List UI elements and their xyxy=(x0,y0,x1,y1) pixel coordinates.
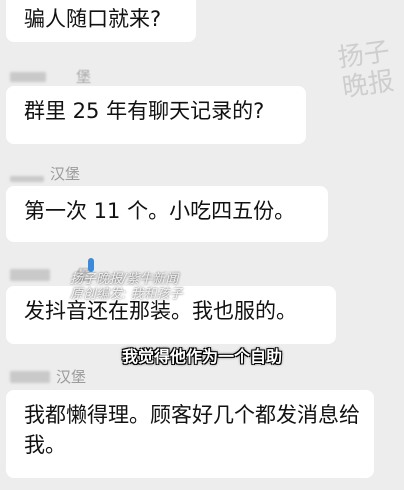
message-bubble-2: 群里 25 年有聊天记录的? xyxy=(6,86,306,144)
avatar xyxy=(10,175,44,182)
news-overlay-watermark: 扬子晚报/紫牛新闻 原创编发: 我和孩子 xyxy=(70,272,183,302)
message-text: 骗人随口就来? xyxy=(24,7,162,31)
avatar xyxy=(10,370,50,383)
message-bubble-1: 骗人随口就来? xyxy=(6,0,196,42)
sender-name: 堡 xyxy=(10,66,91,87)
message-bubble-3: 第一次 11 个。小吃四五份。 xyxy=(6,186,328,242)
message-bubble-5: 我都懒得理。顾客好几个都发消息给我。 xyxy=(6,390,374,478)
video-subtitle: 我觉得他作为一个自助 xyxy=(121,347,282,366)
avatar xyxy=(10,71,46,82)
message-text: 发抖音还在那装。我也服的。 xyxy=(24,299,297,323)
message-text: 第一次 11 个。小吃四五份。 xyxy=(24,199,296,223)
sender-name: 汉堡 xyxy=(10,163,80,184)
message-text: 群里 25 年有聊天记录的? xyxy=(24,99,265,123)
message-text: 我都懒得理。顾客好几个都发消息给我。 xyxy=(24,403,360,457)
sender-name: 汉堡 xyxy=(10,366,86,387)
watermark-icon xyxy=(88,258,94,272)
newspaper-watermark: 扬子 晚报 xyxy=(336,36,396,104)
avatar xyxy=(10,268,50,281)
